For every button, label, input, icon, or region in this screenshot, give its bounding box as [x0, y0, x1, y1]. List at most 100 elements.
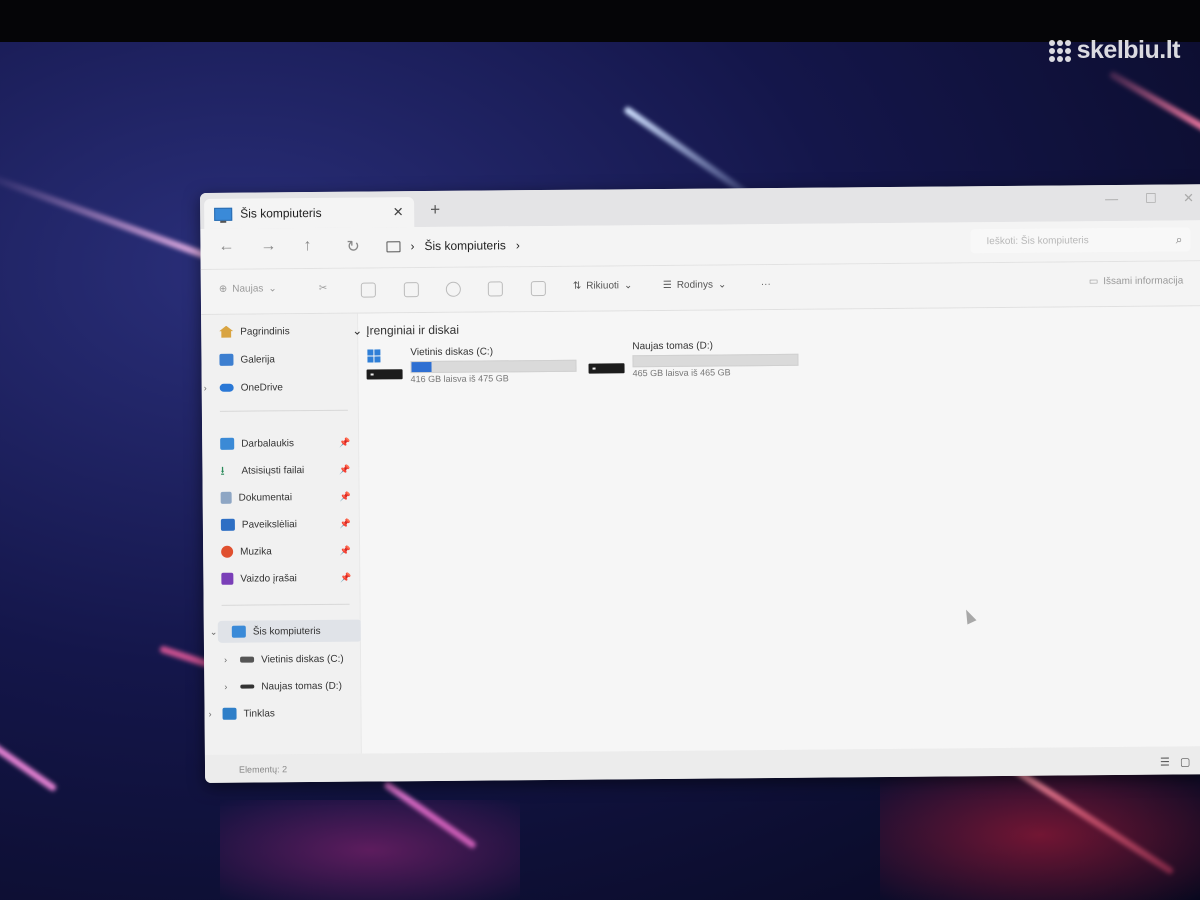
group-title: Įrenginiai ir diskai — [366, 322, 460, 338]
pin-icon[interactable]: 📌 — [339, 491, 350, 502]
sort-icon: ⇅ — [572, 280, 582, 292]
pin-icon[interactable]: 📌 — [340, 518, 351, 529]
watermark-logo-icon — [1048, 39, 1071, 62]
details-view-icon[interactable]: ☰ — [1160, 756, 1170, 769]
pin-icon[interactable]: 📌 — [340, 545, 351, 556]
pin-icon[interactable]: 📌 — [339, 464, 350, 475]
item-count: Elementų: 2 — [238, 764, 288, 775]
sidebar-divider — [219, 409, 348, 412]
desktop-icon — [220, 437, 235, 450]
cloud-icon — [219, 383, 234, 392]
chevron-down-icon: ⌄ — [623, 280, 633, 292]
search-icon: ⌕ — [1175, 231, 1183, 246]
drive-icon — [366, 349, 404, 381]
forward-button[interactable]: → — [260, 237, 276, 255]
chevron-right-icon[interactable]: › — [410, 239, 414, 253]
sidebar-item-drive-d[interactable]: › Naujas tomas (D:) — [224, 675, 358, 698]
sidebar-item-label: Muzika — [240, 545, 272, 558]
plus-circle-icon: ⊕ — [218, 283, 228, 295]
sidebar-item-label: Vietinis diskas (C:) — [261, 653, 344, 665]
tiles-view-icon[interactable]: ▢ — [1180, 755, 1191, 768]
up-button[interactable]: ↑ — [303, 237, 311, 255]
sidebar-item-label: OneDrive — [240, 381, 283, 394]
pin-icon[interactable]: 📌 — [339, 437, 350, 448]
copy-icon[interactable] — [360, 282, 376, 298]
sidebar-item-label: Naujas tomas (D:) — [261, 680, 342, 692]
monitor-bezel — [0, 0, 1200, 42]
breadcrumb-this-pc[interactable]: Šis kompiuteris — [424, 238, 505, 253]
sidebar-item-gallery[interactable]: Galerija — [219, 348, 349, 371]
minimize-button[interactable]: — — [1105, 191, 1118, 206]
sidebar-item-downloads[interactable]: ⭳ Atsisiųsti failai 📌 — [220, 459, 350, 482]
gallery-icon — [219, 353, 234, 366]
sidebar-item-desktop[interactable]: Darbalaukis 📌 — [220, 432, 350, 455]
navigation-pane: Pagrindinis Galerija › OneDrive Darbalau… — [201, 313, 362, 755]
sidebar-item-label: Pagrindinis — [240, 325, 290, 338]
chevron-right-icon[interactable]: › — [204, 383, 207, 393]
pictures-icon — [220, 518, 235, 531]
pin-icon[interactable]: 📌 — [340, 572, 351, 583]
drive-icon — [240, 656, 255, 663]
sidebar-item-onedrive[interactable]: › OneDrive — [204, 376, 350, 399]
new-button[interactable]: ⊕ Naujas ⌄ — [219, 283, 277, 295]
maximize-button[interactable]: ☐ — [1145, 191, 1157, 207]
share-icon[interactable] — [487, 281, 503, 297]
group-header-devices[interactable]: ⌄ Įrenginiai ir diskai — [352, 323, 459, 338]
sidebar-item-network[interactable]: › Tinklas — [209, 702, 352, 725]
drive-tile-d[interactable]: Naujas tomas (D:) 465 GB laisva iš 465 G… — [588, 340, 799, 382]
chevron-down-icon: ⌄ — [717, 279, 727, 291]
wallpaper-glow — [220, 800, 520, 900]
view-button[interactable]: ☰ Rodinys ⌄ — [663, 279, 727, 291]
details-pane-button[interactable]: ▭ Išsami informacija — [1089, 275, 1184, 287]
sidebar-item-drive-c[interactable]: › Vietinis diskas (C:) — [224, 648, 358, 671]
sidebar-item-label: Šis kompiuteris — [252, 625, 321, 638]
sidebar-item-pictures[interactable]: Paveikslėliai 📌 — [220, 513, 351, 536]
computer-icon — [214, 207, 233, 221]
chevron-right-icon[interactable]: › — [209, 709, 212, 719]
sidebar-item-documents[interactable]: Dokumentai 📌 — [220, 486, 351, 509]
wallpaper-light-streak — [0, 740, 58, 793]
wallpaper-light-streak — [1108, 70, 1200, 137]
address-bar[interactable]: › Šis kompiuteris › — [386, 227, 956, 260]
watermark-text: skelbiu.lt — [1076, 36, 1181, 64]
sidebar-item-videos[interactable]: Vaizdo įrašai 📌 — [221, 567, 351, 590]
computer-icon — [231, 625, 246, 638]
paste-icon[interactable] — [403, 282, 419, 298]
wallpaper-glow — [880, 770, 1200, 900]
sidebar-item-music[interactable]: Muzika 📌 — [221, 540, 351, 563]
search-input[interactable]: Ieškoti: Šis kompiuteris ⌕ — [970, 227, 1191, 254]
drive-usage-bar — [410, 359, 577, 374]
back-button[interactable]: ← — [218, 238, 234, 256]
documents-icon — [220, 491, 232, 504]
close-window-button[interactable]: ✕ — [1183, 190, 1194, 206]
chevron-down-icon[interactable]: ⌄ — [210, 626, 218, 637]
chevron-right-icon[interactable]: › — [516, 238, 520, 252]
tab-this-pc[interactable]: Šis kompiuteris ✕ — [204, 197, 415, 229]
chevron-right-icon[interactable]: › — [224, 682, 227, 692]
sidebar-item-home[interactable]: Pagrindinis — [219, 320, 349, 343]
chevron-down-icon[interactable]: ⌄ — [352, 324, 362, 338]
sidebar-item-label: Tinklas — [243, 707, 275, 720]
delete-icon[interactable] — [530, 280, 546, 297]
more-options-button[interactable]: ··· — [761, 279, 771, 290]
sidebar-item-label: Atsisiųsti failai — [241, 464, 305, 477]
file-explorer-window: Šis kompiuteris ✕ + — ☐ ✕ ← → ↑ ↻ › Šis … — [200, 184, 1200, 783]
drive-tile-c[interactable]: Vietinis diskas (C:) 416 GB laisva iš 47… — [366, 346, 577, 388]
new-tab-button[interactable]: + — [430, 200, 440, 220]
network-icon — [222, 707, 237, 720]
sort-button[interactable]: ⇅ Rikiuoti ⌄ — [573, 280, 633, 292]
sidebar-item-label: Dokumentai — [238, 491, 293, 504]
cut-icon[interactable]: ✂ — [319, 283, 327, 294]
close-tab-button[interactable]: ✕ — [388, 204, 408, 220]
refresh-button[interactable]: ↻ — [346, 237, 360, 257]
details-icon: ▭ — [1088, 276, 1099, 288]
sidebar-item-this-pc[interactable]: ⌄ Šis kompiuteris — [210, 619, 362, 643]
rename-icon[interactable] — [445, 281, 461, 297]
drive-usage-fill — [411, 361, 432, 373]
sidebar-item-label: Darbalaukis — [241, 437, 295, 450]
download-icon: ⭳ — [220, 463, 225, 478]
new-button-label: Naujas — [232, 283, 264, 295]
chevron-right-icon[interactable]: › — [224, 655, 227, 665]
watermark: skelbiu.lt — [1048, 36, 1181, 65]
content-pane: ⌄ Įrenginiai ir diskai Vietinis diskas (… — [352, 306, 1200, 754]
